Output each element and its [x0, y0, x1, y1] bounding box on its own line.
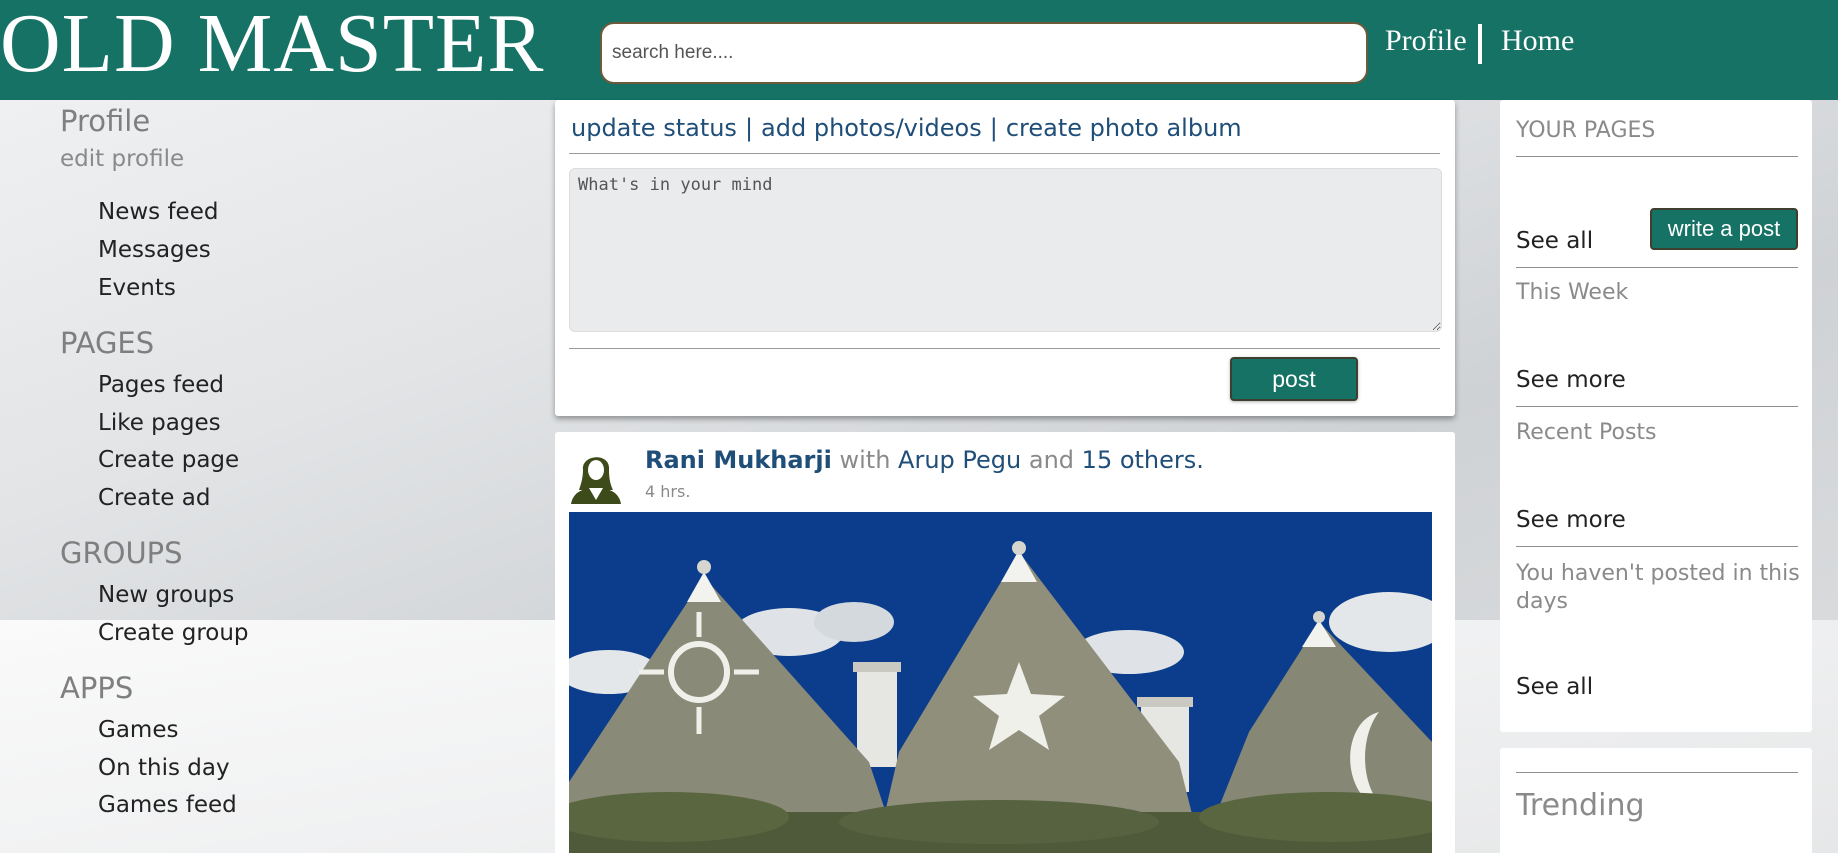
nav-separator — [1478, 24, 1482, 64]
nav-profile-link[interactable]: Profile — [1385, 24, 1467, 58]
pages-section-title: PAGES — [60, 326, 155, 360]
post-header: Rani Mukharji with Arup Pegu and 15 othe… — [645, 446, 1204, 474]
others-link[interactable]: 15 others. — [1082, 446, 1204, 474]
not-posted-note: You haven't posted in this days — [1516, 561, 1800, 614]
divider — [1516, 772, 1798, 773]
top-header: OLD MASTER Profile Home — [0, 0, 1838, 100]
tab-separator: | — [744, 114, 754, 142]
sidebar-item-games[interactable]: Games — [98, 717, 178, 743]
sidebar-item-messages[interactable]: Messages — [98, 237, 211, 263]
composer-divider-bottom — [569, 348, 1440, 349]
see-all-posts-link[interactable]: See all — [1516, 674, 1593, 700]
divider — [1516, 267, 1798, 268]
divider — [1516, 156, 1798, 157]
sidebar-item-pages-feed[interactable]: Pages feed — [98, 372, 224, 398]
and-text: and — [1028, 446, 1075, 474]
sidebar-item-create-ad[interactable]: Create ad — [98, 485, 210, 511]
with-text: with — [839, 446, 891, 474]
sidebar-item-on-this-day[interactable]: On this day — [98, 755, 230, 781]
sidebar-item-create-group[interactable]: Create group — [98, 620, 249, 646]
composer-divider-top — [569, 153, 1440, 154]
status-textarea[interactable] — [569, 168, 1442, 332]
post-author-link[interactable]: Rani Mukharji — [645, 446, 832, 474]
sidebar-item-games-feed[interactable]: Games feed — [98, 792, 237, 818]
tab-add-photos-videos[interactable]: add photos/videos — [761, 114, 982, 142]
this-week-heading: This Week — [1516, 280, 1629, 305]
search-input[interactable] — [600, 22, 1368, 84]
sidebar-item-news-feed[interactable]: News feed — [98, 199, 218, 225]
sidebar-item-new-groups[interactable]: New groups — [98, 582, 234, 608]
divider — [1516, 406, 1798, 407]
composer-tabs: update status | add photos/videos | create p… — [571, 114, 1242, 142]
tab-separator: | — [989, 114, 998, 142]
apps-section-title: APPS — [60, 671, 134, 705]
see-more-this-week-link[interactable]: See more — [1516, 367, 1626, 393]
edit-profile-link[interactable]: edit profile — [60, 146, 184, 172]
trending-card: Trending — [1500, 748, 1812, 853]
sidebar-item-create-page[interactable]: Create page — [98, 447, 239, 473]
tab-create-photo-album[interactable]: create photo album — [1006, 114, 1242, 142]
site-logo[interactable]: OLD MASTER — [0, 0, 544, 94]
nav-home-link[interactable]: Home — [1501, 24, 1574, 58]
sidebar-item-like-pages[interactable]: Like pages — [98, 410, 221, 436]
trending-heading: Trending — [1516, 788, 1645, 823]
see-all-pages-link[interactable]: See all — [1516, 228, 1593, 254]
your-pages-heading: YOUR PAGES — [1516, 118, 1656, 143]
see-more-recent-posts-link[interactable]: See more — [1516, 507, 1626, 533]
write-post-button[interactable]: write a post — [1650, 208, 1798, 250]
recent-posts-heading: Recent Posts — [1516, 420, 1657, 445]
feed-post-card: Rani Mukharji with Arup Pegu and 15 othe… — [555, 432, 1455, 853]
avatar[interactable] — [569, 446, 623, 504]
post-photo[interactable] — [569, 512, 1432, 853]
groups-section-title: GROUPS — [60, 536, 183, 570]
app-root: OLD MASTER Profile Home Profile edit pro… — [0, 0, 1838, 853]
tab-update-status[interactable]: update status — [571, 114, 737, 142]
right-sidebar: YOUR PAGES See all write a post This Wee… — [1500, 100, 1812, 732]
post-button[interactable]: post — [1230, 357, 1358, 401]
tagged-user-link[interactable]: Arup Pegu — [898, 446, 1021, 474]
divider — [1516, 546, 1798, 547]
post-composer: update status | add photos/videos | create p… — [555, 100, 1455, 416]
sidebar-item-events[interactable]: Events — [98, 275, 176, 301]
post-timestamp: 4 hrs. — [645, 482, 691, 501]
profile-section-title: Profile — [60, 104, 151, 138]
